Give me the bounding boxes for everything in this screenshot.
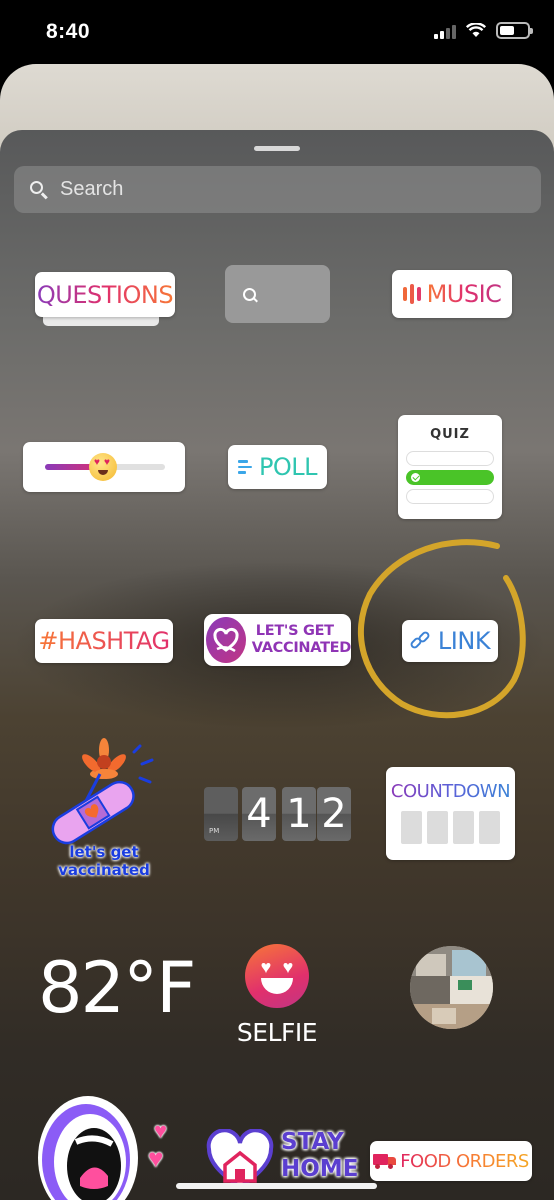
countdown-boxes	[401, 811, 500, 844]
status-time: 8:40	[46, 20, 91, 43]
questions-sticker[interactable]: QUESTIONS	[35, 272, 175, 317]
food-orders-label: FOOD ORDERS	[400, 1150, 529, 1172]
music-bars-icon	[402, 284, 421, 304]
clock-flip-minute-ones: 2	[317, 787, 351, 841]
lets-get-vaccinated-sticker[interactable]: LET'S GET VACCINATED	[204, 614, 351, 666]
temperature-sticker[interactable]: 82°F	[38, 947, 196, 1029]
quiz-sticker[interactable]: QUIZ	[398, 415, 502, 519]
mouth-icon[interactable]	[30, 1078, 170, 1200]
heart-icon	[206, 617, 246, 663]
sticker-search-bar[interactable]: Search	[14, 166, 541, 213]
music-label: MUSIC	[426, 280, 502, 308]
emoji-slider-sticker[interactable]	[23, 442, 185, 492]
status-icons	[434, 22, 533, 39]
hashtag-sticker[interactable]: #HASHTAG	[35, 619, 173, 663]
vaccinated-art-caption[interactable]: let's get vaccinated	[44, 843, 164, 879]
quiz-option	[406, 489, 494, 504]
food-orders-sticker[interactable]: FOOD ORDERS	[370, 1141, 532, 1181]
clock-flip-hour-tens: PM	[204, 787, 238, 841]
battery-icon	[496, 22, 533, 39]
vaccinated-line-2: VACCINATED	[251, 640, 352, 656]
heart-eyes-emoji-icon	[89, 453, 117, 481]
heart-icon: ♥	[148, 1143, 164, 1173]
vaccinated-line-1: LET'S GET	[255, 623, 334, 639]
countdown-label: COUNTDOWN	[390, 781, 511, 802]
wifi-icon	[466, 23, 486, 37]
hand-drawn-circle-annotation	[357, 539, 526, 719]
quiz-label: QUIZ	[430, 427, 470, 442]
vaccinated-art-line-2: vaccinated	[58, 861, 150, 879]
house-icon	[206, 1129, 274, 1190]
poll-sticker[interactable]: POLL	[228, 445, 327, 489]
cellular-signal-icon	[434, 23, 456, 39]
selfie-face-icon[interactable]: ♥ ♥	[245, 944, 309, 1008]
questions-label: QUESTIONS	[36, 280, 174, 309]
clock-flip-hour: 4	[242, 787, 276, 841]
stay-home-line-2: HOME	[281, 1156, 359, 1182]
selfie-label[interactable]: SELFIE	[230, 1018, 324, 1047]
countdown-sticker[interactable]: COUNTDOWN	[386, 767, 515, 860]
stay-home-sticker[interactable]: STAY HOME	[205, 1127, 359, 1200]
quiz-check-icon	[406, 470, 494, 485]
quiz-option	[406, 451, 494, 466]
time-sticker[interactable]: PM 4 1 2	[204, 787, 351, 841]
search-gif-sticker[interactable]	[225, 265, 330, 323]
heart-icon: ♥	[154, 1118, 168, 1143]
sheet-grabber[interactable]	[254, 146, 300, 151]
photo-collage-icon[interactable]	[410, 946, 493, 1029]
hashtag-label: #HASHTAG	[38, 627, 170, 655]
search-input[interactable]: Search	[60, 178, 123, 201]
status-bar: 8:40	[0, 0, 554, 64]
clock-meridiem: PM	[209, 827, 220, 835]
vaccinated-art-line-1: let's get	[69, 843, 139, 861]
search-icon	[28, 179, 50, 201]
truck-icon	[373, 1153, 397, 1169]
search-icon	[243, 287, 256, 301]
poll-lines-icon	[237, 460, 252, 474]
music-sticker[interactable]: MUSIC	[392, 270, 512, 318]
home-indicator[interactable]	[176, 1183, 377, 1189]
poll-label: POLL	[258, 453, 318, 481]
stay-home-line-1: STAY	[281, 1129, 344, 1155]
clock-flip-minute-tens: 1	[282, 787, 316, 841]
